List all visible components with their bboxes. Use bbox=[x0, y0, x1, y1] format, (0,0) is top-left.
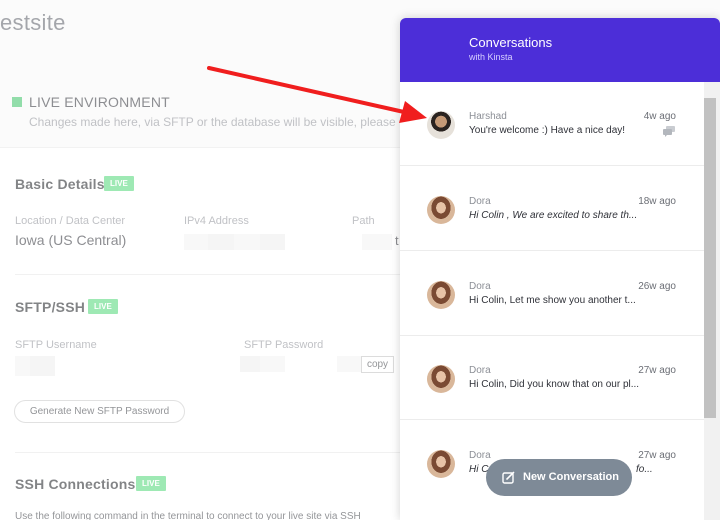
conversations-panel: Conversations with Kinsta Harshad 4w ago… bbox=[400, 18, 720, 520]
conversation-sender: Dora bbox=[469, 281, 491, 292]
seen-chat-bubbles-icon bbox=[663, 126, 675, 137]
conversation-preview: Hi Colin, Did you know that on our pl... bbox=[469, 379, 640, 390]
compose-icon bbox=[502, 471, 515, 484]
conversation-preview-tail: fo... bbox=[636, 464, 653, 475]
conversation-preview: Hi Colin , We are excited to share th... bbox=[469, 210, 638, 221]
conversation-sender: Harshad bbox=[469, 111, 507, 122]
conversation-preview: Hi Colin, Let me show you another t... bbox=[469, 295, 636, 306]
conversation-sender: Dora bbox=[469, 196, 491, 207]
harshad-avatar bbox=[427, 111, 455, 139]
dora-avatar bbox=[427, 365, 455, 393]
new-conversation-button[interactable]: New Conversation bbox=[486, 459, 632, 496]
dora-avatar bbox=[427, 450, 455, 478]
conversation-item[interactable]: Dora 18w ago Hi Colin , We are excited t… bbox=[400, 167, 704, 251]
conversation-item[interactable]: Dora 26w ago Hi Colin, Let me show you a… bbox=[400, 252, 704, 336]
conversation-list: Harshad 4w ago You're welcome :) Have a … bbox=[400, 82, 704, 520]
conversation-time: 27w ago bbox=[638, 450, 676, 461]
dora-avatar bbox=[427, 281, 455, 309]
conversations-title: Conversations bbox=[469, 35, 553, 50]
conversation-item[interactable]: Dora 27w ago Hi Colin, Did you know that… bbox=[400, 336, 704, 420]
conversation-scrollbar-thumb[interactable] bbox=[704, 98, 716, 418]
conversation-preview: You're welcome :) Have a nice day! bbox=[469, 125, 626, 136]
conversation-item[interactable]: Harshad 4w ago You're welcome :) Have a … bbox=[400, 82, 704, 166]
conversations-subtitle: with Kinsta bbox=[469, 52, 513, 62]
conversation-time: 27w ago bbox=[638, 365, 676, 376]
conversation-time: 26w ago bbox=[638, 281, 676, 292]
new-conversation-label: New Conversation bbox=[523, 471, 619, 483]
conversation-sender: Dora bbox=[469, 450, 491, 461]
conversation-time: 4w ago bbox=[643, 111, 676, 122]
conversation-sender: Dora bbox=[469, 365, 491, 376]
dora-avatar bbox=[427, 196, 455, 224]
conversations-header: Conversations with Kinsta bbox=[400, 18, 720, 82]
conversation-time: 18w ago bbox=[638, 196, 676, 207]
